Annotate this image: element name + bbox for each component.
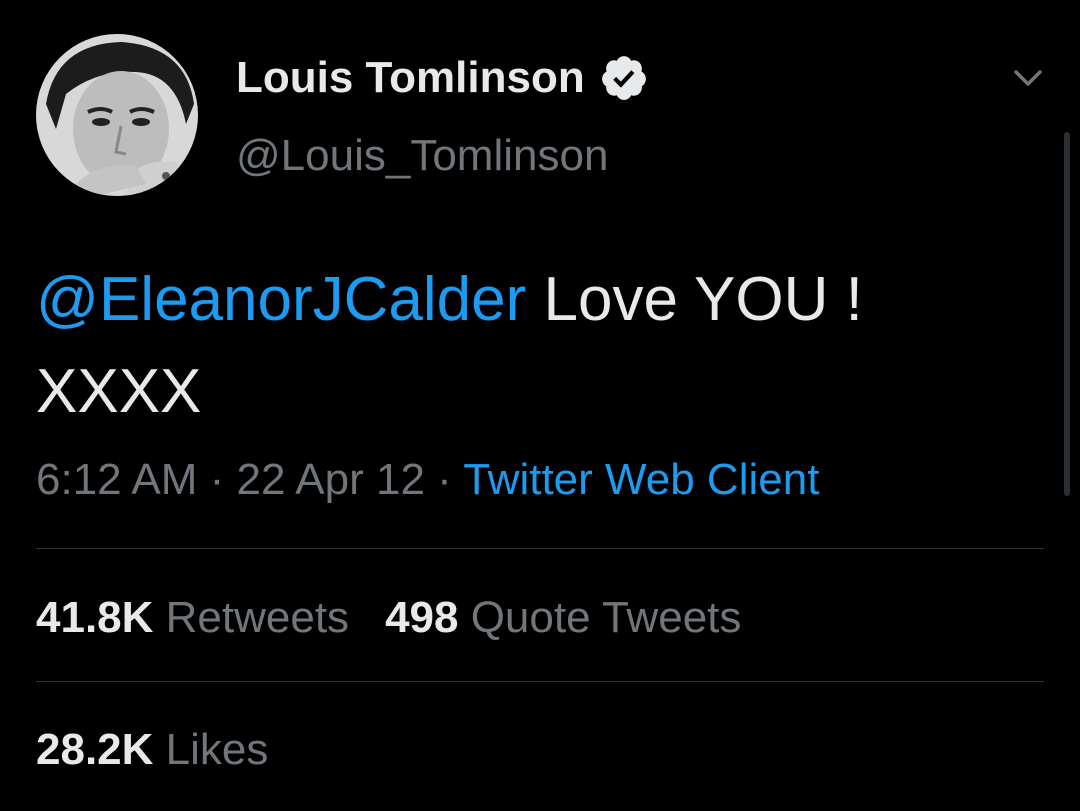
tweet-date[interactable]: 22 Apr 12 [237,455,425,504]
scrollbar[interactable] [1064,132,1070,496]
likes-stat[interactable]: 28.2K Likes [36,722,268,778]
tweet-text-line2: XXXX [36,357,202,426]
likes-label: Likes [153,725,269,774]
retweets-label: Retweets [153,593,350,642]
retweets-count: 41.8K [36,593,154,642]
quote-tweets-stat[interactable]: 498 Quote Tweets [385,590,741,646]
divider [36,681,1044,682]
likes-stats: 28.2K Likes [36,722,304,778]
verified-badge-icon [599,53,649,103]
likes-count: 28.2K [36,725,154,774]
tweet-text-body: Love YOU ! [526,265,863,334]
author-display-name[interactable]: Louis Tomlinson [236,52,649,104]
engagement-stats: 41.8K Retweets 498 Quote Tweets [36,590,777,646]
mention-link[interactable]: @EleanorJCalder [36,265,526,334]
author-handle[interactable]: @Louis_Tomlinson [236,130,608,182]
meta-separator: · [424,455,464,504]
quote-tweets-count: 498 [385,593,459,642]
author-name-text: Louis Tomlinson [236,53,585,102]
avatar[interactable] [36,34,198,196]
meta-separator: · [197,455,237,504]
tweet-text: @EleanorJCalder Love YOU ! [36,250,1026,350]
chevron-down-icon[interactable] [1006,58,1050,98]
tweet-meta: 6:12 AM · 22 Apr 12 · Twitter Web Client [36,452,819,508]
divider [36,548,1044,549]
tweet-time[interactable]: 6:12 AM [36,455,197,504]
quote-tweets-label: Quote Tweets [458,593,742,642]
client-link[interactable]: Twitter Web Client [463,455,819,504]
retweets-stat[interactable]: 41.8K Retweets [36,590,349,646]
